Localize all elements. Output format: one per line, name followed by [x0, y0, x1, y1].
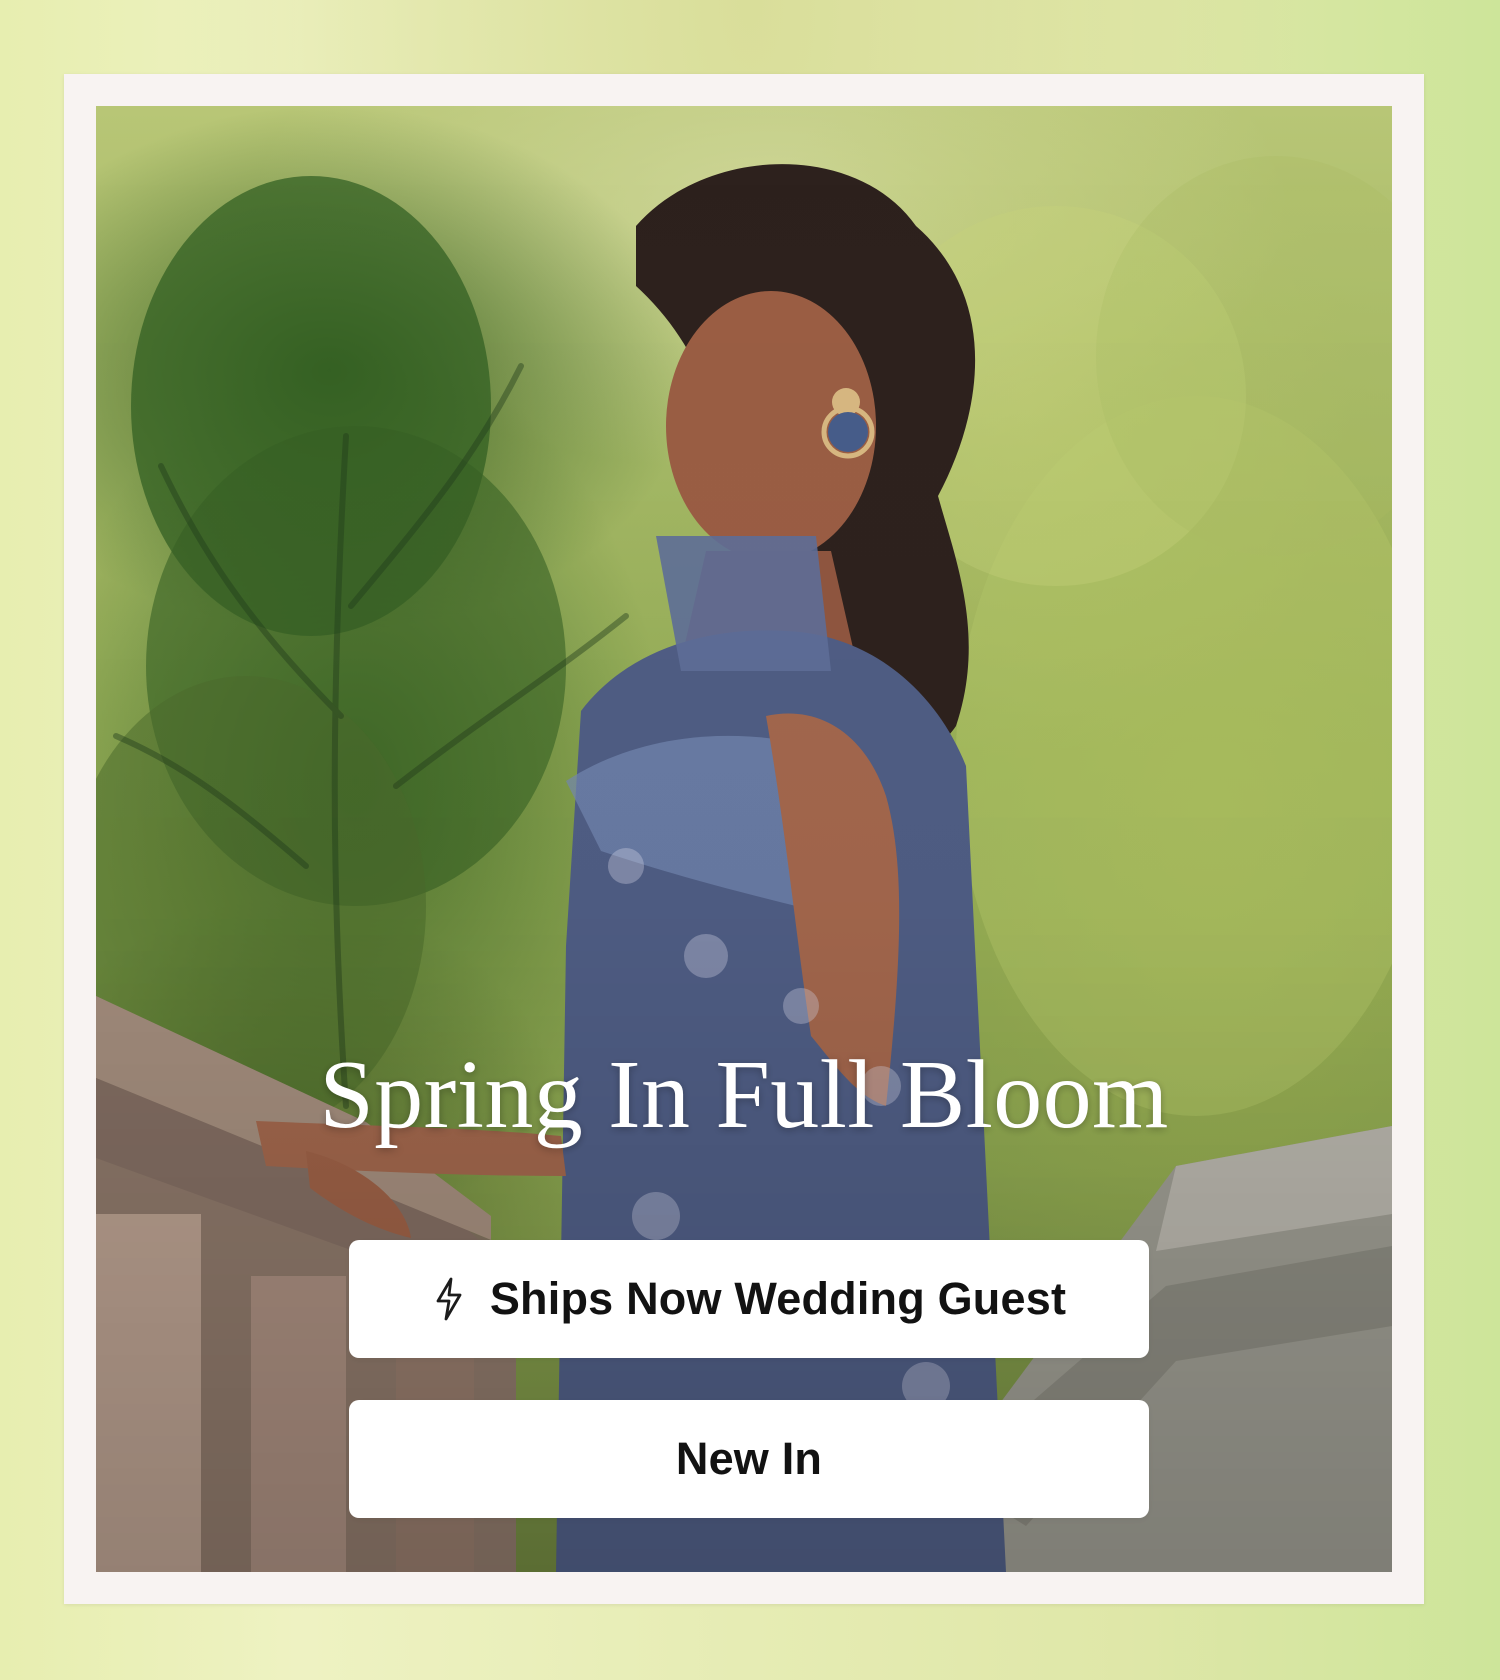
ships-now-wedding-guest-label: Ships Now Wedding Guest: [489, 1273, 1067, 1324]
lightning-bolt-icon: [432, 1277, 466, 1321]
hero-photo: Spring In Full Bloom Ships Now Wedding G…: [96, 106, 1392, 1572]
hero-frame: Spring In Full Bloom Ships Now Wedding G…: [64, 74, 1424, 1604]
new-in-label: New In: [675, 1433, 823, 1484]
hero-headline: Spring In Full Bloom: [319, 1041, 1169, 1149]
new-in-button[interactable]: New In: [349, 1400, 1149, 1518]
ships-now-wedding-guest-button[interactable]: Ships Now Wedding Guest: [349, 1240, 1149, 1358]
